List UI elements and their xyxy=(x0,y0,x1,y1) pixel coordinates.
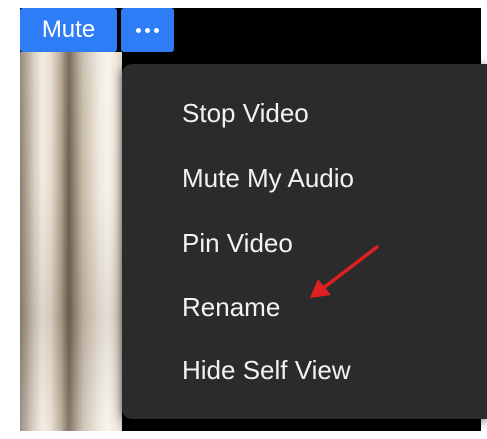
menu-item-rename[interactable]: Rename xyxy=(182,285,280,329)
more-options-button[interactable] xyxy=(121,8,174,52)
mute-button[interactable]: Mute xyxy=(20,8,117,52)
self-video-feed xyxy=(20,52,122,431)
menu-item-mute-my-audio[interactable]: Mute My Audio xyxy=(182,156,354,200)
participant-options-menu: Stop Video Mute My Audio Pin Video Renam… xyxy=(122,64,487,419)
menu-item-hide-self-view[interactable]: Hide Self View xyxy=(182,348,351,392)
more-horizontal-icon xyxy=(136,27,159,33)
menu-item-pin-video[interactable]: Pin Video xyxy=(182,221,293,265)
menu-item-stop-video[interactable]: Stop Video xyxy=(182,91,309,135)
zoom-video-tile: Mute Stop Video Mute My Audio Pin Video … xyxy=(0,0,487,439)
